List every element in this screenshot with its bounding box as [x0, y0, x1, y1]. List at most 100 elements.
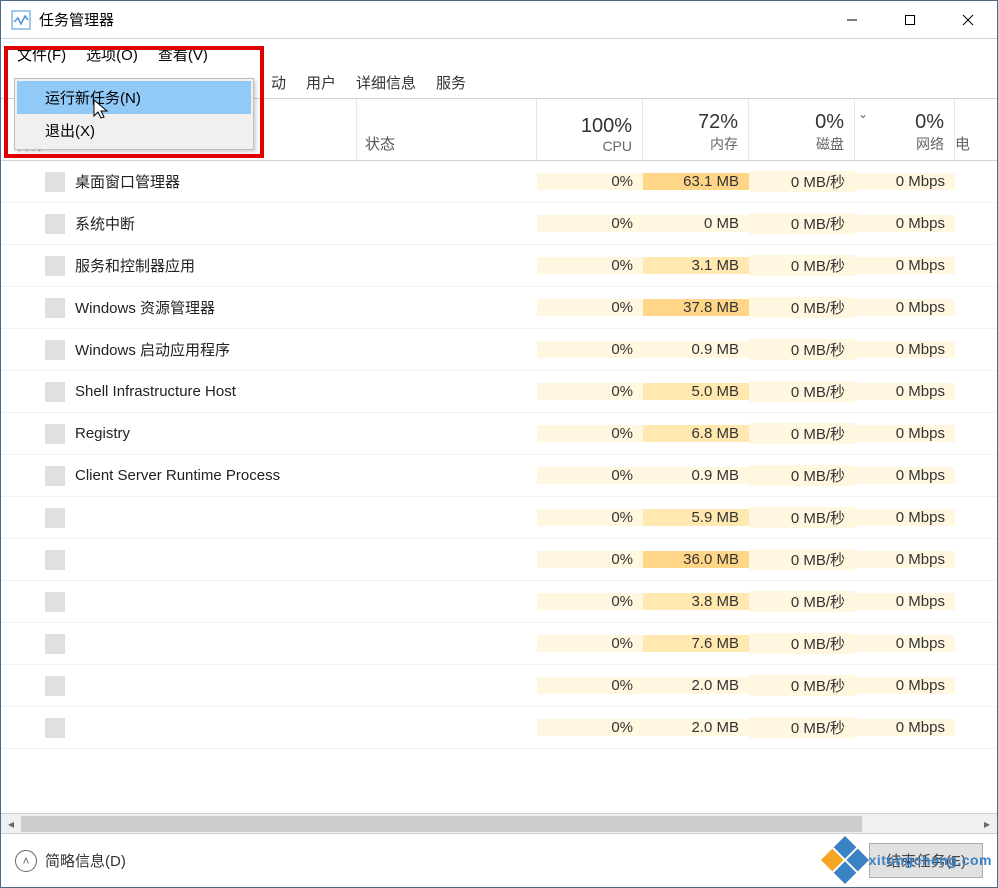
table-row[interactable]: 0%5.9 MB0 MB/秒0 Mbps [1, 497, 997, 539]
table-row[interactable]: Shell Infrastructure Host0%5.0 MB0 MB/秒0… [1, 371, 997, 413]
end-task-button[interactable]: 结束任务(E) [869, 843, 983, 878]
tab-services[interactable]: 服务 [426, 67, 476, 98]
cpu-cell: 0% [537, 719, 643, 736]
process-icon [45, 466, 65, 486]
disk-cell: 0 MB/秒 [749, 507, 855, 528]
process-name-cell: Windows 资源管理器 [1, 297, 357, 318]
process-name-cell: Registry [1, 424, 357, 444]
tab-users[interactable]: 用户 [296, 67, 346, 98]
process-name-cell [1, 718, 357, 738]
memory-cell: 0 MB [643, 215, 749, 232]
disk-cell: 0 MB/秒 [749, 255, 855, 276]
titlebar[interactable]: 任务管理器 [1, 1, 997, 39]
menu-exit[interactable]: 退出(X) [17, 114, 251, 147]
cpu-cell: 0% [537, 635, 643, 652]
table-row[interactable]: Registry0%6.8 MB0 MB/秒0 Mbps [1, 413, 997, 455]
disk-cell: 0 MB/秒 [749, 549, 855, 570]
network-cell: 0 Mbps [855, 593, 955, 610]
process-icon [45, 214, 65, 234]
cpu-cell: 0% [537, 383, 643, 400]
column-disk[interactable]: 0%磁盘 [749, 99, 855, 160]
menu-run-new-task[interactable]: 运行新任务(N) [17, 81, 251, 114]
network-cell: 0 Mbps [855, 551, 955, 568]
process-name-cell: Client Server Runtime Process [1, 466, 357, 486]
process-name: Windows 启动应用程序 [75, 339, 230, 360]
process-icon [45, 424, 65, 444]
memory-cell: 5.9 MB [643, 509, 749, 526]
cpu-cell: 0% [537, 467, 643, 484]
table-row[interactable]: 0%2.0 MB0 MB/秒0 Mbps [1, 707, 997, 749]
process-icon [45, 550, 65, 570]
table-row[interactable]: 0%2.0 MB0 MB/秒0 Mbps [1, 665, 997, 707]
table-row[interactable]: 0%3.8 MB0 MB/秒0 Mbps [1, 581, 997, 623]
scroll-right-icon[interactable]: ▸ [977, 817, 997, 831]
chevron-down-icon[interactable]: ⌄ [855, 99, 871, 160]
cpu-cell: 0% [537, 173, 643, 190]
scroll-thumb[interactable] [21, 816, 862, 832]
network-cell: 0 Mbps [855, 299, 955, 316]
window-controls [823, 1, 997, 38]
tab-partial[interactable]: 动 [261, 67, 296, 98]
network-cell: 0 Mbps [855, 257, 955, 274]
process-name-cell: Windows 启动应用程序 [1, 339, 357, 360]
process-name-cell: 桌面窗口管理器 [1, 171, 357, 192]
process-name-cell [1, 592, 357, 612]
disk-cell: 0 MB/秒 [749, 297, 855, 318]
menubar: 文件(F) 选项(O) 查看(V) [1, 39, 997, 69]
process-icon [45, 508, 65, 528]
menu-view[interactable]: 查看(V) [148, 40, 218, 69]
tab-details[interactable]: 详细信息 [346, 67, 426, 98]
scroll-left-icon[interactable]: ◂ [1, 817, 21, 831]
memory-cell: 37.8 MB [643, 299, 749, 316]
memory-cell: 36.0 MB [643, 551, 749, 568]
column-memory[interactable]: 72%内存 [643, 99, 749, 160]
column-status[interactable]: 状态 [357, 99, 537, 160]
memory-cell: 6.8 MB [643, 425, 749, 442]
process-name-cell: 系统中断 [1, 213, 357, 234]
app-icon [11, 10, 31, 30]
network-cell: 0 Mbps [855, 719, 955, 736]
memory-cell: 0.9 MB [643, 467, 749, 484]
fewer-details-button[interactable]: ˄ 简略信息(D) [15, 850, 126, 872]
menu-file[interactable]: 文件(F) [7, 40, 76, 69]
cpu-cell: 0% [537, 677, 643, 694]
column-cpu[interactable]: 100%CPU [537, 99, 643, 160]
process-name: Windows 资源管理器 [75, 297, 215, 318]
cpu-cell: 0% [537, 257, 643, 274]
process-icon [45, 634, 65, 654]
network-cell: 0 Mbps [855, 635, 955, 652]
table-row[interactable]: Client Server Runtime Process0%0.9 MB0 M… [1, 455, 997, 497]
menu-options[interactable]: 选项(O) [76, 40, 148, 69]
memory-cell: 2.0 MB [643, 677, 749, 694]
disk-cell: 0 MB/秒 [749, 339, 855, 360]
cpu-cell: 0% [537, 215, 643, 232]
table-row[interactable]: Windows 启动应用程序0%0.9 MB0 MB/秒0 Mbps [1, 329, 997, 371]
table-row[interactable]: 服务和控制器应用0%3.1 MB0 MB/秒0 Mbps [1, 245, 997, 287]
process-icon [45, 676, 65, 696]
maximize-button[interactable] [881, 1, 939, 38]
minimize-button[interactable] [823, 1, 881, 38]
window-title: 任务管理器 [39, 9, 823, 30]
table-row[interactable]: 桌面窗口管理器0%63.1 MB0 MB/秒0 Mbps [1, 161, 997, 203]
close-button[interactable] [939, 1, 997, 38]
memory-cell: 3.8 MB [643, 593, 749, 610]
table-row[interactable]: 0%7.6 MB0 MB/秒0 Mbps [1, 623, 997, 665]
memory-cell: 0.9 MB [643, 341, 749, 358]
table-row[interactable]: Windows 资源管理器0%37.8 MB0 MB/秒0 Mbps [1, 287, 997, 329]
process-name-cell [1, 676, 357, 696]
memory-cell: 5.0 MB [643, 383, 749, 400]
column-network[interactable]: 0%网络 [871, 99, 955, 160]
scroll-track[interactable] [21, 816, 977, 832]
process-list-area[interactable]: 桌面窗口管理器0%63.1 MB0 MB/秒0 Mbps系统中断0%0 MB0 … [1, 161, 997, 813]
column-extra[interactable]: 电 [955, 99, 975, 160]
table-row[interactable]: 系统中断0%0 MB0 MB/秒0 Mbps [1, 203, 997, 245]
process-icon [45, 298, 65, 318]
horizontal-scrollbar[interactable]: ◂ ▸ [1, 813, 997, 833]
process-name-cell [1, 508, 357, 528]
network-cell: 0 Mbps [855, 215, 955, 232]
network-cell: 0 Mbps [855, 425, 955, 442]
process-name: Client Server Runtime Process [75, 467, 280, 484]
process-name-cell: 服务和控制器应用 [1, 255, 357, 276]
disk-cell: 0 MB/秒 [749, 381, 855, 402]
table-row[interactable]: 0%36.0 MB0 MB/秒0 Mbps [1, 539, 997, 581]
